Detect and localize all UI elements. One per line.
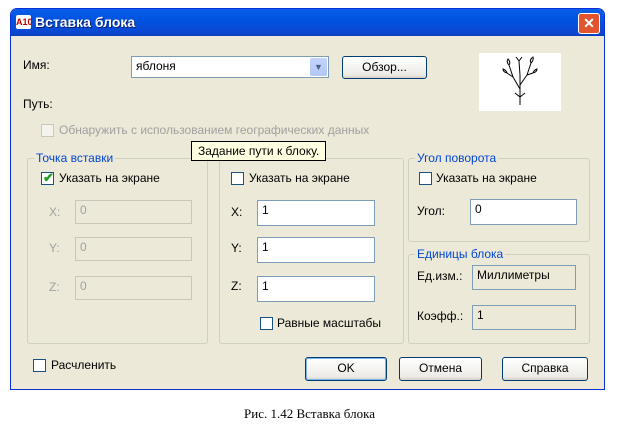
block-preview [479,53,561,111]
insertion-y-label: Y: [49,241,60,255]
title-bar[interactable]: A10 Вставка блока ✕ [11,9,604,36]
scale-y-label: Y: [231,241,242,255]
scale-x-field[interactable]: 1 [257,200,375,226]
unit-field: Миллиметры [472,265,576,290]
insertion-point-title: Точка вставки [34,151,116,165]
explode-label: Расчленить [51,358,117,372]
scale-on-screen-label: Указать на экране [249,171,350,185]
insertion-x-field[interactable]: 0 [75,200,192,224]
cancel-button[interactable]: Отмена [399,357,482,381]
scale-on-screen-checkbox[interactable] [231,172,244,185]
uniform-scale-checkbox[interactable] [260,317,273,330]
figure-caption: Рис. 1.42 Вставка блока [244,406,375,421]
insertion-x-label: X: [49,205,61,219]
browse-button[interactable]: Обзор... [342,56,427,79]
rotation-title: Угол поворота [415,151,499,165]
geo-checkbox[interactable] [41,124,54,137]
checkmark-icon: ✔ [43,170,54,185]
rotation-on-screen-checkbox[interactable] [419,172,432,185]
insertion-on-screen-checkbox[interactable]: ✔ [41,170,54,185]
insert-block-dialog: A10 Вставка блока ✕ Имя: яблоня ▼ Обзор.… [10,8,605,390]
name-label: Имя: [23,58,50,72]
ok-button[interactable]: OK [305,357,387,381]
insertion-z-field[interactable]: 0 [75,276,192,300]
name-value: яблоня [136,59,176,73]
rotation-on-screen-label: Указать на экране [436,171,537,185]
scale-z-label: Z: [231,279,242,293]
tree-preview-icon [502,56,538,105]
angle-label: Угол: [417,204,445,218]
insertion-y-field[interactable]: 0 [75,237,192,261]
insertion-z-label: Z: [49,280,60,294]
explode-checkbox[interactable] [33,359,46,372]
factor-label: Коэфф.: [417,309,464,323]
app-icon: A10 [16,15,33,29]
block-units-title: Единицы блока [415,247,506,261]
scale-z-field[interactable]: 1 [257,276,375,302]
dialog-title: Вставка блока [35,14,136,30]
geo-checkbox-label: Обнаружить с использованием географическ… [59,123,370,137]
help-button[interactable]: Справка [502,357,588,381]
path-tooltip: Задание пути к блоку. [191,141,327,161]
close-icon: ✕ [583,15,595,31]
close-button[interactable]: ✕ [578,13,600,34]
path-label: Путь: [23,97,53,111]
name-combobox[interactable]: яблоня ▼ [131,56,329,78]
unit-label: Ед.изм.: [417,269,463,283]
chevron-down-icon[interactable]: ▼ [310,58,327,76]
uniform-scale-label: Равные масштабы [277,316,381,330]
insertion-on-screen-label: Указать на экране [59,171,160,185]
scale-y-field[interactable]: 1 [257,237,375,263]
angle-field[interactable]: 0 [470,199,577,225]
scale-x-label: X: [231,205,243,219]
factor-field: 1 [472,305,576,330]
